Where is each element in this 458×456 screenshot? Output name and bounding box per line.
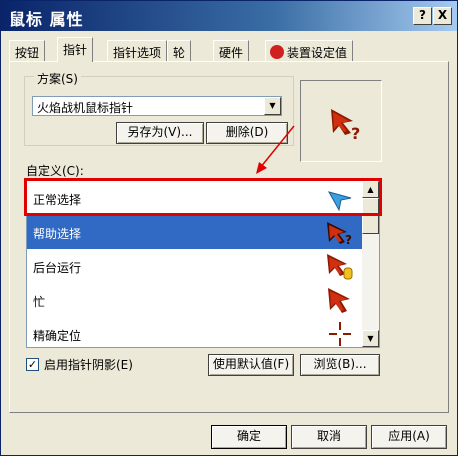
- scroll-thumb[interactable]: [362, 198, 379, 234]
- window-title: 鼠标 属性: [9, 10, 84, 29]
- flame-busy-cursor-icon: [327, 254, 353, 280]
- scheme-label: 方案(S): [34, 70, 81, 87]
- tab-pointer-options[interactable]: 指针选项: [107, 40, 168, 61]
- crosshair-icon: [329, 322, 351, 346]
- device-icon: [270, 45, 284, 59]
- pointers-panel: 方案(S) 火焰战机鼠标指针 ▼ 另存为(V)... 删除(D) ? 自定义(C…: [9, 61, 449, 413]
- list-item-help-select[interactable]: 帮助选择 ?: [27, 215, 363, 249]
- arrow-cursor-icon: [327, 191, 352, 212]
- browse-button[interactable]: 浏览(B)...: [300, 354, 380, 376]
- list-scrollbar[interactable]: ▲ ▼: [362, 181, 379, 347]
- cursor-list[interactable]: 正常选择 帮助选择 ? 后台运行 忙 精确定位 ▲ ▼: [26, 180, 380, 348]
- pointer-shadow-checkbox[interactable]: ✓: [26, 358, 39, 371]
- scroll-down-icon[interactable]: ▼: [362, 330, 379, 347]
- flame-cursor-icon: [328, 288, 350, 313]
- scheme-value: 火焰战机鼠标指针: [37, 101, 134, 115]
- cursor-preview: ?: [300, 80, 382, 162]
- tab-hardware[interactable]: 硬件: [213, 40, 250, 61]
- mouse-properties-window: 鼠标 属性 ? X 按钮 指针 指针选项 轮 硬件 装置设定值 方案(S) 火焰…: [0, 0, 458, 456]
- cancel-button[interactable]: 取消: [291, 425, 367, 449]
- tab-device-settings[interactable]: 装置设定值: [265, 40, 354, 61]
- close-button[interactable]: X: [433, 7, 452, 25]
- tab-wheel[interactable]: 轮: [167, 40, 192, 61]
- help-button[interactable]: ?: [413, 7, 432, 25]
- svg-text:?: ?: [351, 124, 360, 143]
- flame-help-cursor-icon: ?: [327, 222, 352, 246]
- title-bar[interactable]: 鼠标 属性 ? X: [1, 1, 457, 31]
- list-item-precision-select[interactable]: 精确定位: [27, 317, 363, 347]
- annotation-arrow: [256, 125, 295, 174]
- chevron-down-icon[interactable]: ▼: [264, 97, 281, 115]
- pointer-shadow-label: 启用指针阴影(E): [44, 358, 133, 372]
- ok-button[interactable]: 确定: [211, 425, 287, 449]
- use-default-button[interactable]: 使用默认值(F): [208, 354, 294, 376]
- list-item-normal-select[interactable]: 正常选择: [27, 181, 363, 215]
- scheme-select[interactable]: 火焰战机鼠标指针 ▼: [32, 96, 282, 116]
- flame-help-cursor-icon: ?: [331, 109, 360, 143]
- tab-buttons[interactable]: 按钮: [9, 40, 46, 61]
- customize-label: 自定义(C):: [26, 164, 84, 178]
- tab-pointers[interactable]: 指针: [57, 37, 94, 62]
- save-as-button[interactable]: 另存为(V)...: [116, 122, 204, 144]
- list-item-working-background[interactable]: 后台运行: [27, 249, 363, 283]
- list-item-busy[interactable]: 忙: [27, 283, 363, 317]
- apply-button[interactable]: 应用(A): [371, 425, 447, 449]
- svg-text:?: ?: [345, 233, 352, 246]
- scroll-up-icon[interactable]: ▲: [362, 181, 379, 198]
